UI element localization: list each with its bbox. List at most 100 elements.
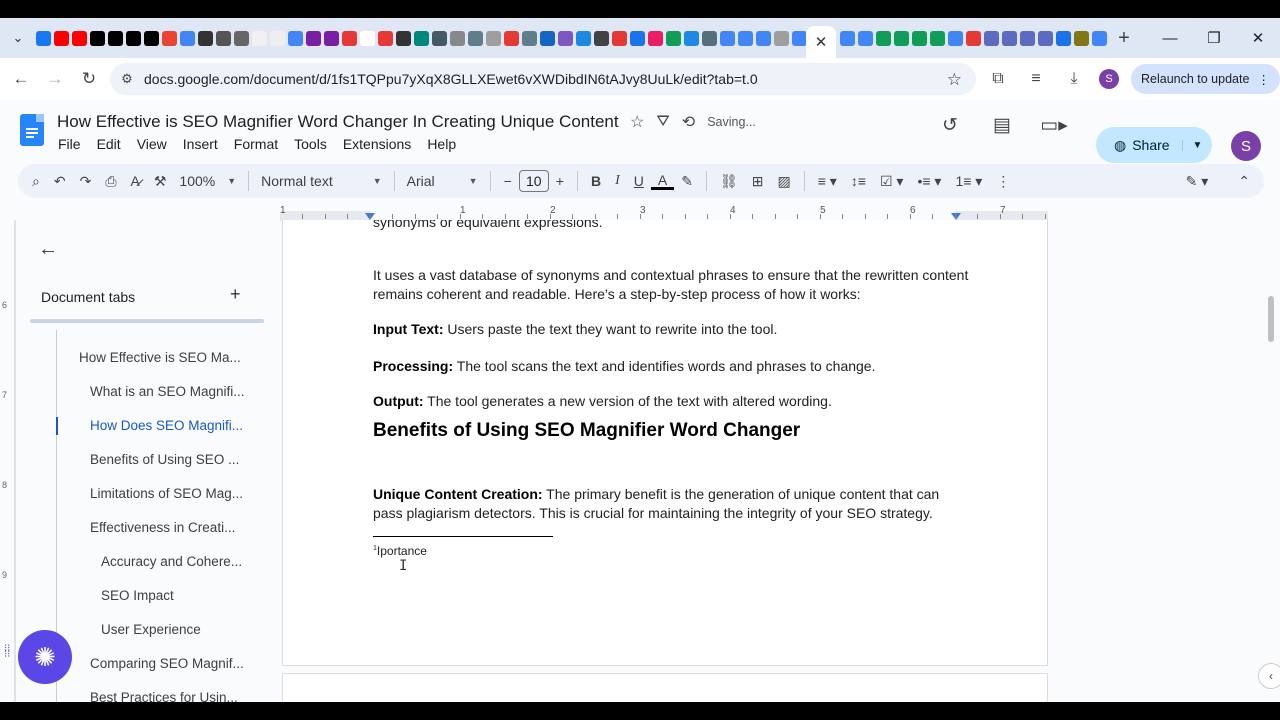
right-indent-marker[interactable]: [951, 213, 961, 220]
text-color-icon[interactable]: A: [650, 173, 675, 190]
tab-favicon-icon[interactable]: [72, 30, 87, 46]
decrease-font-size-button[interactable]: −: [497, 173, 519, 189]
zoom-select[interactable]: 100% ▼: [173, 173, 242, 189]
outline-item[interactable]: What is an SEO Magnifi...: [90, 384, 245, 399]
font-size-input[interactable]: 10: [518, 170, 549, 192]
add-tab-button[interactable]: +: [230, 284, 241, 305]
tab-favicon-icon[interactable]: [984, 30, 999, 46]
outline-item[interactable]: How Does SEO Magnifi...: [90, 418, 243, 433]
tab-favicon-icon[interactable]: [324, 30, 339, 46]
tab-favicon-icon[interactable]: [912, 30, 927, 46]
tab-favicon-icon[interactable]: [858, 30, 873, 46]
menu-format[interactable]: Format: [234, 136, 278, 152]
bulleted-list-icon[interactable]: •≡ ▾: [910, 173, 948, 190]
media-controls-icon[interactable]: ≡: [1023, 70, 1049, 88]
site-info-icon[interactable]: ⚙: [110, 71, 144, 87]
restore-icon[interactable]: ❐: [1192, 18, 1236, 58]
tab-favicon-icon[interactable]: [504, 30, 519, 46]
outline-item[interactable]: How Effective is SEO Ma...: [79, 350, 241, 365]
tab-favicon-icon[interactable]: [234, 30, 249, 46]
menu-extensions[interactable]: Extensions: [343, 136, 411, 152]
font-select[interactable]: Arial ▼: [401, 173, 484, 189]
tab-favicon-icon[interactable]: [342, 30, 357, 46]
outline-item[interactable]: Comparing SEO Magnif...: [90, 656, 244, 671]
line-spacing-icon[interactable]: ↕≡: [844, 173, 873, 189]
tab-favicon-icon[interactable]: [1056, 30, 1071, 46]
tab-search-chevron-icon[interactable]: ⌄: [0, 30, 36, 46]
outline-item[interactable]: SEO Impact: [101, 588, 174, 603]
tab-favicon-icon[interactable]: [378, 30, 393, 46]
outline-item[interactable]: Limitations of SEO Mag...: [90, 486, 243, 501]
outline-item[interactable]: User Experience: [101, 622, 201, 637]
tab-favicon-icon[interactable]: [966, 30, 981, 46]
minimize-icon[interactable]: —: [1148, 18, 1192, 58]
align-icon[interactable]: ≡ ▾: [811, 173, 844, 190]
tab-favicon-icon[interactable]: [288, 30, 303, 46]
underline-icon[interactable]: U: [627, 173, 651, 189]
move-to-drive-icon[interactable]: ⛛: [656, 113, 669, 131]
omnibox[interactable]: ⚙ docs.google.com/document/d/1fs1TQPpu7y…: [110, 63, 976, 95]
tab-favicon-icon[interactable]: [414, 30, 429, 46]
search-menus-icon[interactable]: ⌕: [18, 173, 47, 190]
profile-avatar[interactable]: S: [1099, 69, 1119, 89]
tab-favicon-icon[interactable]: [1020, 30, 1035, 46]
increase-font-size-button[interactable]: +: [549, 173, 571, 189]
link-icon[interactable]: ⛓: [713, 173, 745, 190]
bold-icon[interactable]: B: [584, 173, 608, 189]
tab-favicon-icon[interactable]: [630, 30, 645, 46]
new-tab-button[interactable]: +: [1110, 27, 1138, 50]
share-main[interactable]: ◍ Share: [1096, 137, 1182, 154]
tab-favicon-icon[interactable]: [792, 30, 806, 46]
list-item-input-text[interactable]: Input Text: Users paste the text they wa…: [373, 320, 973, 339]
style-select[interactable]: Normal text ▼: [255, 173, 388, 189]
footnote[interactable]: 1Iportance: [373, 544, 427, 558]
next-page[interactable]: [282, 673, 1048, 702]
tab-favicon-icon[interactable]: [576, 30, 591, 46]
highlight-icon[interactable]: ✎: [674, 173, 700, 190]
paragraph-cut-off[interactable]: synonyms or equivalent expressions.: [373, 220, 973, 232]
numbered-list-icon[interactable]: 1≡ ▾: [948, 173, 989, 190]
outline-item[interactable]: Best Practices for Usin...: [90, 690, 238, 702]
share-dropdown-icon[interactable]: ▼: [1182, 139, 1212, 151]
tab-favicon-icon[interactable]: [840, 30, 855, 46]
collapse-menus-icon[interactable]: ⌃: [1238, 173, 1250, 190]
paint-format-icon[interactable]: ⚒: [147, 173, 174, 190]
close-window-icon[interactable]: ✕: [1236, 18, 1280, 58]
tab-favicon-icon[interactable]: [1092, 30, 1107, 46]
tab-favicon-icon[interactable]: [756, 30, 771, 46]
menu-help[interactable]: Help: [427, 136, 456, 152]
back-icon[interactable]: ←: [4, 69, 38, 89]
tab-favicon-icon[interactable]: [252, 30, 267, 46]
italic-icon[interactable]: I: [608, 173, 627, 189]
menu-view[interactable]: View: [137, 136, 167, 152]
relaunch-button[interactable]: Relaunch to update ⋮: [1131, 64, 1280, 94]
tab-favicon-icon[interactable]: [180, 30, 195, 46]
tab-favicon-icon[interactable]: [522, 30, 537, 46]
download-icon[interactable]: ⤓: [1061, 70, 1087, 88]
url-text[interactable]: docs.google.com/document/d/1fs1TQPpu7yXq…: [144, 71, 758, 87]
menu-insert[interactable]: Insert: [183, 136, 218, 152]
tab-favicon-icon[interactable]: [540, 30, 555, 46]
close-tab-icon[interactable]: ✕: [815, 33, 828, 51]
tab-favicon-icon[interactable]: [90, 30, 105, 46]
tab-favicon-icon[interactable]: [1002, 30, 1017, 46]
tab-favicon-icon[interactable]: [648, 30, 663, 46]
checklist-icon[interactable]: ☑ ▾: [873, 173, 910, 190]
docs-logo-icon[interactable]: [20, 114, 44, 146]
list-item-processing[interactable]: Processing: The tool scans the text and …: [373, 357, 973, 376]
tab-favicon-icon[interactable]: [486, 30, 501, 46]
star-icon[interactable]: ☆: [630, 112, 644, 132]
paragraph-intro[interactable]: It uses a vast database of synonyms and …: [373, 266, 973, 303]
document-page[interactable]: synonyms or equivalent expressions. It u…: [282, 220, 1048, 666]
tab-favicon-icon[interactable]: [948, 30, 963, 46]
add-comment-icon[interactable]: ⊞: [745, 173, 771, 190]
tab-favicon-icon[interactable]: [216, 30, 231, 46]
comments-icon[interactable]: ▤: [987, 114, 1017, 137]
tab-favicon-icon[interactable]: [774, 30, 789, 46]
tab-favicon-icon[interactable]: [738, 30, 753, 46]
more-options-icon[interactable]: ⋮: [989, 173, 1017, 190]
tab-favicon-icon[interactable]: [558, 30, 573, 46]
version-history-icon[interactable]: ↺: [935, 114, 965, 137]
tab-favicon-icon[interactable]: [306, 30, 321, 46]
side-panel-toggle-icon[interactable]: ‹: [1258, 663, 1280, 689]
